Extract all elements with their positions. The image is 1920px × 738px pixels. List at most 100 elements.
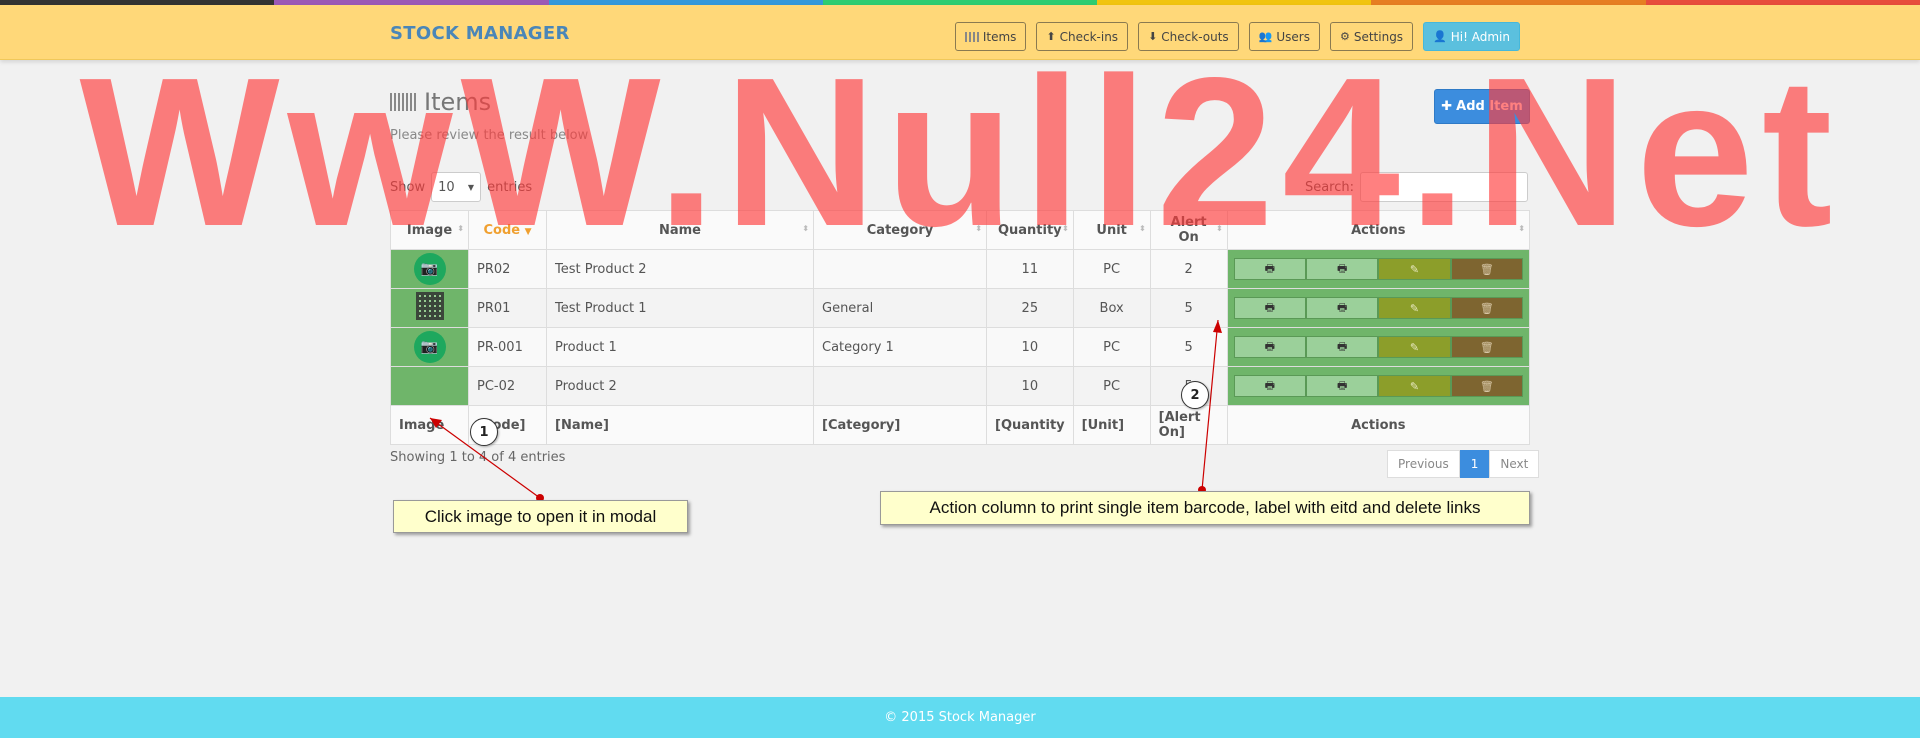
col-label: Alert On — [1170, 215, 1207, 245]
actions-cell: 🖶 🖶 ✎ 🗑 — [1226, 249, 1531, 289]
add-item-label: Add Item — [1456, 99, 1523, 114]
col-label: Unit — [1096, 222, 1127, 238]
col-label: Actions — [1351, 222, 1406, 238]
name-cell: Product 2 — [546, 366, 814, 406]
print-label-icon[interactable]: 🖶 — [1305, 297, 1379, 319]
print-label-icon[interactable]: 🖶 — [1305, 375, 1379, 397]
unit-cell: PC — [1072, 366, 1151, 406]
brand-logo[interactable]: STOCK MANAGER — [390, 23, 570, 44]
alert-on-cell: 5 — [1149, 327, 1228, 367]
category-cell — [813, 366, 987, 406]
edit-icon[interactable]: ✎ — [1378, 375, 1451, 397]
name-cell: Test Product 2 — [546, 249, 814, 289]
trash-icon[interactable]: 🗑 — [1450, 336, 1524, 358]
nav-checkouts-button[interactable]: ⬇ Check-outs — [1138, 22, 1239, 51]
page-footer: © 2015 Stock Manager — [0, 697, 1920, 738]
action-group: 🖶 🖶 ✎ 🗑 — [1233, 258, 1524, 280]
table-footer-row: Image [Code] [Name] [Category] [Quantity… — [390, 405, 1531, 445]
image-cell — [390, 366, 469, 406]
print-label-icon[interactable]: 🖶 — [1305, 336, 1379, 358]
col-category[interactable]: Category ⬍ — [813, 210, 987, 250]
table-row: 📷 PR02 Test Product 2 11 PC 2 🖶 🖶 ✎ 🗑 — [390, 249, 1531, 289]
nav-items-button[interactable]: Items — [954, 22, 1027, 51]
sort-icon: ⬍ — [1518, 224, 1525, 233]
code-cell: PR02 — [468, 249, 547, 289]
name-cell: Product 1 — [546, 327, 814, 367]
table-row: PC-02 Product 2 10 PC 5 🖶🖶✎🗑 — [390, 366, 1531, 406]
col-code[interactable]: Code ▼ — [468, 210, 547, 250]
nav-settings-button[interactable]: ⚙ Settings — [1329, 22, 1414, 51]
chevron-down-icon: ▼ — [467, 182, 475, 192]
nav-buttons: Items ⬆ Check-ins ⬇ Check-outs 👥 Users ⚙ Set… — [954, 22, 1520, 51]
add-item-button[interactable]: ✚ Add Item — [1434, 89, 1530, 124]
action-group: 🖶 🖶 ✎ 🗑 — [1233, 336, 1524, 358]
entries-label: entries — [487, 179, 533, 195]
barcode-icon — [390, 93, 418, 111]
image-cell[interactable]: 📷 — [390, 249, 469, 289]
col-label: Code — [483, 222, 521, 238]
table-row: PR01 Test Product 1 General 25 Box 5 🖶 🖶 ✎… — [390, 288, 1531, 328]
edit-icon[interactable]: ✎ — [1378, 336, 1451, 358]
print-label-icon[interactable]: 🖶 — [1305, 258, 1379, 280]
nav-checkins-button[interactable]: ⬆ Check-ins — [1036, 22, 1129, 51]
nav-admin-button[interactable]: 👤 Hi! Admin — [1423, 22, 1520, 51]
footer-name-filter[interactable]: [Name] — [546, 405, 814, 445]
table-header-row: Image ⬍ Code ▼ Name ⬍ Category ⬍ Quantity ⬍ … — [390, 210, 1531, 250]
trash-icon[interactable]: 🗑 — [1450, 258, 1524, 280]
trash-icon[interactable]: 🗑 — [1450, 297, 1524, 319]
entries-value: 10 — [438, 179, 455, 195]
trash-icon[interactable]: 🗑 — [1450, 375, 1524, 397]
print-barcode-icon[interactable]: 🖶 — [1233, 336, 1306, 358]
col-unit[interactable]: Unit ⬍ — [1072, 210, 1151, 250]
footer-alert-on-filter[interactable]: [Alert On] — [1149, 405, 1228, 445]
pagination-page[interactable]: 1 — [1459, 450, 1490, 478]
col-name[interactable]: Name ⬍ — [546, 210, 814, 250]
footer-category-filter[interactable]: [Category] — [813, 405, 987, 445]
footer-quantity-filter[interactable]: [Quantity — [986, 405, 1074, 445]
image-cell[interactable]: 📷 — [390, 327, 469, 367]
col-image[interactable]: Image ⬍ — [390, 210, 469, 250]
unit-cell: PC — [1072, 327, 1151, 367]
annotation-callout-2: Action column to print single item barco… — [880, 491, 1530, 525]
gears-icon: ⚙ — [1339, 30, 1350, 43]
actions-cell: 🖶 🖶 ✎ 🗑 — [1226, 366, 1531, 406]
show-label: Show — [390, 179, 426, 195]
search-input[interactable] — [1360, 172, 1528, 202]
camera-icon[interactable]: 📷 — [413, 331, 446, 363]
pagination: Previous 1 Next — [1387, 450, 1540, 478]
table-info: Showing 1 to 4 of 4 entries — [390, 450, 566, 465]
circle-arrow-up-icon: ⬆ — [1046, 30, 1056, 43]
entries-select[interactable]: 10 ▼ — [431, 172, 482, 202]
users-icon: 👥 — [1258, 30, 1273, 43]
pagination-next[interactable]: Next — [1489, 450, 1540, 478]
plus-icon: ✚ — [1441, 99, 1453, 114]
pagination-previous[interactable]: Previous — [1387, 450, 1460, 478]
qr-code-image[interactable] — [415, 292, 444, 320]
quantity-cell: 25 — [986, 288, 1074, 328]
quantity-cell: 10 — [986, 327, 1074, 367]
camera-icon[interactable]: 📷 — [413, 253, 446, 285]
footer-actions: Actions — [1226, 405, 1531, 445]
footer-unit-filter[interactable]: [Unit] — [1072, 405, 1151, 445]
col-quantity[interactable]: Quantity ⬍ — [986, 210, 1074, 250]
page-title: Items — [390, 88, 491, 116]
code-cell: PR-001 — [468, 327, 547, 367]
circle-arrow-down-icon: ⬇ — [1148, 30, 1158, 43]
col-label: Category — [866, 222, 934, 238]
edit-icon[interactable]: ✎ — [1378, 258, 1451, 280]
col-label: Quantity — [997, 222, 1062, 238]
footer-image: Image — [390, 405, 469, 445]
print-barcode-icon[interactable]: 🖶 — [1233, 375, 1306, 397]
col-alert-on[interactable]: Alert On ⬍ — [1149, 210, 1228, 250]
barcode-icon — [964, 31, 979, 42]
image-cell[interactable] — [390, 288, 469, 328]
table-row: 📷 PR-001 Product 1 Category 1 10 PC 5 🖶 🖶… — [390, 327, 1531, 367]
action-group: 🖶 🖶 ✎ 🗑 — [1233, 375, 1524, 397]
col-actions[interactable]: Actions ⬍ — [1226, 210, 1531, 250]
show-entries: Show 10 ▼ entries — [390, 172, 532, 202]
print-barcode-icon[interactable]: 🖶 — [1233, 258, 1306, 280]
edit-icon[interactable]: ✎ — [1378, 297, 1451, 319]
category-cell: Category 1 — [813, 327, 987, 367]
nav-users-button[interactable]: 👥 Users — [1248, 22, 1320, 51]
print-barcode-icon[interactable]: 🖶 — [1233, 297, 1306, 319]
